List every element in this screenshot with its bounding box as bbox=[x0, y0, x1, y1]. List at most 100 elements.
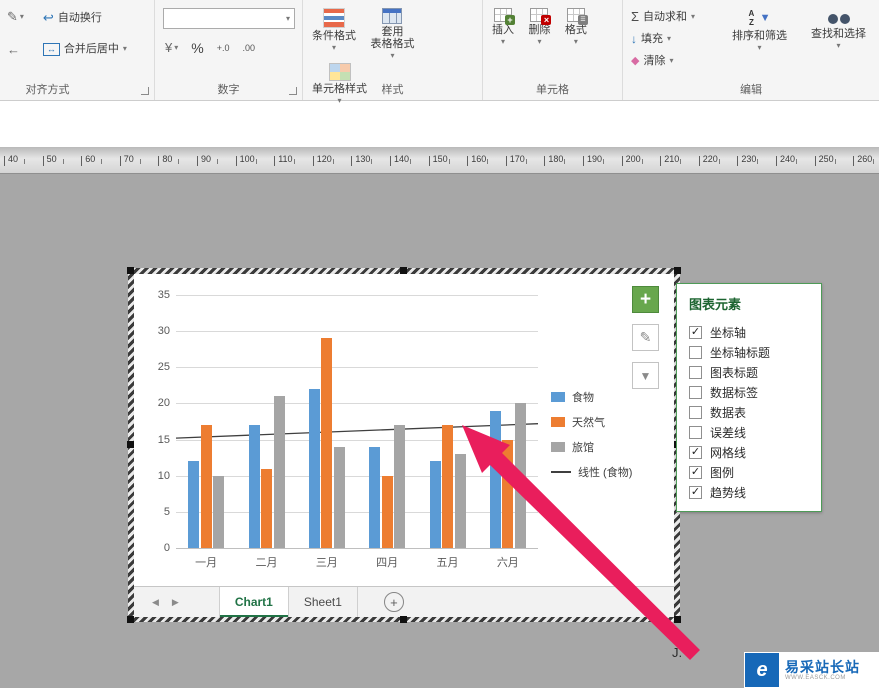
merge-center-button[interactable]: ↔ 合并后居中 ▾ bbox=[39, 38, 131, 60]
chart-element-item[interactable]: ✓ 图例 bbox=[677, 462, 821, 482]
chart-legend[interactable]: 食物 天然气 旅馆 线性 (食物) bbox=[551, 384, 632, 484]
checkbox[interactable]: ✓ bbox=[689, 325, 702, 339]
autosum-button[interactable]: Σ 自动求和 ▾ bbox=[627, 6, 719, 27]
checkbox[interactable]: ✓ bbox=[689, 485, 702, 499]
bar-series-1[interactable] bbox=[321, 338, 333, 548]
bar-series-1[interactable] bbox=[502, 439, 514, 548]
ruler-number: 170 bbox=[509, 154, 525, 164]
format-as-table-button[interactable]: 套用 表格格式 ▾ bbox=[365, 5, 419, 60]
add-sheet-button[interactable]: + bbox=[383, 592, 404, 612]
delete-cells-button[interactable]: 删除 ▾ bbox=[523, 5, 555, 46]
checkbox[interactable]: ✓ bbox=[689, 465, 702, 479]
sort-filter-button[interactable]: A Z ▼ 排序和筛选 ▾ bbox=[727, 5, 792, 84]
legend-item[interactable]: 食物 bbox=[551, 384, 632, 409]
alignment-dialog-launcher-icon[interactable] bbox=[141, 87, 149, 95]
orientation-button[interactable]: ✎ ▾ bbox=[4, 7, 27, 27]
ruler-number: 190 bbox=[587, 154, 603, 164]
pencil-icon: ✎ bbox=[7, 9, 18, 24]
bar-series-1[interactable] bbox=[381, 475, 393, 548]
chart-object[interactable]: 0 5 10 15 20 25 30 35 一月 二月 三月 四月 五月 六月 食物 天然气 旅馆 线性 (食物… bbox=[127, 267, 681, 623]
conditional-formatting-button[interactable]: 条件格式 ▾ bbox=[307, 5, 361, 52]
checkbox[interactable] bbox=[689, 345, 702, 359]
legend-item-trendline[interactable]: 线性 (食物) bbox=[551, 459, 632, 484]
selection-handle[interactable] bbox=[674, 267, 681, 274]
caret-down-icon: ▾ bbox=[691, 11, 696, 21]
bar-series-2[interactable] bbox=[213, 475, 225, 548]
legend-swatch bbox=[551, 416, 565, 427]
chart-element-item[interactable]: 误差线 bbox=[677, 422, 821, 442]
chart-styles-button[interactable]: ✎ bbox=[632, 324, 659, 351]
sheet-tab-Sheet1[interactable]: Sheet1 bbox=[289, 587, 358, 617]
insert-cells-button[interactable]: 插入 ▾ bbox=[487, 5, 519, 46]
chart-element-item[interactable]: 数据标签 bbox=[677, 382, 821, 402]
checkbox[interactable] bbox=[689, 405, 702, 419]
format-cells-button[interactable]: 格式 ▾ bbox=[560, 5, 592, 46]
sheet-tab-Chart1[interactable]: Chart1 bbox=[218, 587, 289, 617]
selection-handle[interactable] bbox=[400, 616, 407, 623]
x-axis-label: 六月 bbox=[496, 557, 519, 569]
bar-series-2[interactable] bbox=[394, 425, 406, 548]
checkbox[interactable] bbox=[689, 425, 702, 439]
ribbon-group-alignment: ✎ ▾ ← ↩ 自动换行 ↔ 合并后居中 ▾ 对齐方式 bbox=[0, 0, 155, 100]
bar-series-0[interactable] bbox=[369, 446, 381, 548]
number-dialog-launcher-icon[interactable] bbox=[289, 87, 297, 95]
format-as-table-label: 套用 表格格式 bbox=[370, 26, 415, 50]
bar-series-1[interactable] bbox=[442, 425, 453, 548]
tab-scroll-right-icon[interactable]: ▶ bbox=[172, 597, 179, 608]
bar-series-1[interactable] bbox=[200, 425, 212, 548]
bar-series-0[interactable] bbox=[429, 461, 441, 548]
checkbox[interactable] bbox=[689, 365, 702, 379]
decrease-decimal-button[interactable]: .00 bbox=[239, 38, 258, 58]
chart-element-item[interactable]: 图表标题 bbox=[677, 362, 821, 382]
clear-button[interactable]: ◆ 清除 ▾ bbox=[627, 50, 719, 71]
fill-button[interactable]: ↓ 填充 ▾ bbox=[627, 28, 719, 49]
bar-series-0[interactable] bbox=[248, 425, 260, 548]
wrap-text-button[interactable]: ↩ 自动换行 bbox=[39, 7, 131, 29]
number-format-combo[interactable]: ▾ bbox=[163, 8, 295, 29]
sheet-tab-bar: ◀ ▶ Chart1 Sheet1 + bbox=[134, 586, 674, 617]
legend-item[interactable]: 天然气 bbox=[551, 409, 632, 434]
trendline[interactable] bbox=[175, 295, 539, 548]
chart-element-item[interactable]: ✓ 坐标轴 bbox=[677, 322, 821, 342]
decrease-indent-button[interactable]: ← bbox=[4, 40, 27, 60]
caret-down-icon: ▾ bbox=[174, 43, 179, 52]
ribbon-group-styles: 条件格式 ▾ 套用 表格格式 ▾ 单元格样式 ▾ 样式 bbox=[303, 0, 483, 105]
ruler-tick bbox=[390, 156, 391, 166]
checkbox[interactable] bbox=[689, 385, 702, 399]
bar-series-0[interactable] bbox=[489, 410, 501, 548]
chart-filters-button[interactable]: ▼ bbox=[632, 362, 659, 389]
ruler-number: 60 bbox=[85, 154, 96, 164]
chart-element-item[interactable]: 数据表 bbox=[677, 402, 821, 422]
easck-logo-icon: e bbox=[745, 653, 779, 687]
chart-canvas[interactable]: 0 5 10 15 20 25 30 35 一月 二月 三月 四月 五月 六月 食物 天然气 旅馆 线性 (食物… bbox=[134, 274, 674, 617]
legend-item[interactable]: 旅馆 bbox=[551, 434, 632, 459]
selection-handle[interactable] bbox=[674, 616, 681, 623]
bar-series-0[interactable] bbox=[308, 388, 320, 548]
accounting-format-button[interactable]: ¥ ▾ bbox=[162, 38, 181, 58]
tab-scroll-left-icon[interactable]: ◀ bbox=[152, 597, 159, 608]
bar-series-0[interactable] bbox=[188, 461, 200, 548]
selection-handle[interactable] bbox=[127, 441, 134, 448]
ruler-minor-tick bbox=[680, 159, 682, 164]
bar-series-2[interactable] bbox=[273, 396, 285, 548]
selection-handle[interactable] bbox=[400, 267, 407, 274]
checkbox[interactable]: ✓ bbox=[689, 445, 702, 459]
document-strip bbox=[0, 101, 879, 147]
currency-icon: ¥ bbox=[165, 40, 173, 55]
chart-elements-button[interactable]: + bbox=[632, 286, 659, 313]
chart-element-item[interactable]: 坐标轴标题 bbox=[677, 342, 821, 362]
bar-series-2[interactable] bbox=[333, 446, 345, 548]
ruler-minor-tick bbox=[101, 159, 103, 164]
selection-handle[interactable] bbox=[127, 267, 134, 274]
increase-decimal-button[interactable]: +.0 bbox=[214, 38, 233, 58]
selection-handle[interactable] bbox=[127, 616, 134, 623]
percent-style-button[interactable]: % bbox=[188, 38, 206, 58]
plot-area[interactable]: 0 5 10 15 20 25 30 35 一月 二月 三月 四月 五月 六月 bbox=[158, 289, 539, 569]
find-select-button[interactable]: 查找和选择 ▾ bbox=[806, 5, 871, 84]
bar-series-2[interactable] bbox=[454, 454, 466, 548]
chart-element-item[interactable]: ✓ 趋势线 bbox=[677, 482, 821, 502]
bar-series-1[interactable] bbox=[261, 468, 272, 548]
bar-series-2[interactable] bbox=[514, 403, 526, 548]
chart-element-label: 数据标签 bbox=[710, 385, 759, 400]
chart-element-item[interactable]: ✓ 网格线 bbox=[677, 442, 821, 462]
